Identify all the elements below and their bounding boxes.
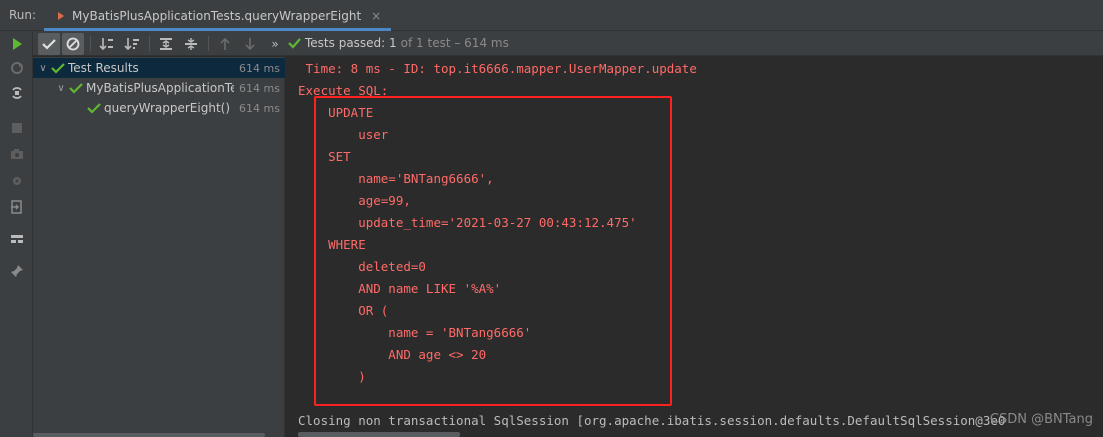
cancel-icon — [66, 37, 80, 51]
stop-button[interactable] — [7, 118, 27, 138]
check-icon — [51, 63, 65, 74]
toggle-auto-test-button[interactable] — [7, 83, 27, 103]
rerun-icon — [11, 62, 23, 74]
console-output[interactable]: Time: 8 ms - ID: top.it6666.mapper.UserM… — [286, 57, 1103, 437]
tree-row-time: 614 ms — [239, 101, 280, 115]
collapse-icon — [185, 38, 197, 50]
run-label: Run: — [9, 8, 37, 22]
show-passed-button[interactable] — [38, 33, 60, 55]
run-tool-window-header: Run: MyBatisPlusApplicationTests.queryWr… — [0, 0, 1103, 31]
expand-icon — [160, 38, 172, 50]
show-ignored-button[interactable] — [62, 33, 84, 55]
stop-icon — [12, 123, 22, 133]
tests-summary-label: of 1 test – 614 ms — [400, 36, 509, 50]
sort-alpha-icon — [99, 38, 113, 51]
collapse-all-button[interactable] — [180, 33, 202, 55]
toolbar-separator — [208, 36, 209, 51]
check-icon — [42, 39, 56, 50]
console-closing-line: Closing non transactional SqlSession [or… — [298, 413, 1006, 428]
run-icon — [13, 38, 22, 50]
layout-button[interactable] — [7, 229, 27, 249]
check-icon — [69, 83, 83, 94]
exit-icon — [11, 200, 22, 214]
more-actions-button[interactable]: » — [264, 33, 286, 55]
tests-passed-label: Tests passed: 1 — [305, 36, 397, 50]
csdn-watermark: CSDN @BNTang — [989, 412, 1093, 427]
run-config-icon — [58, 11, 64, 20]
test-status: Tests passed: 1 of 1 test – 614 ms — [288, 36, 509, 50]
tree-row-test-results[interactable]: ∨ Test Results 614 ms — [33, 58, 285, 78]
settings-icon — [13, 177, 21, 185]
rerun-button[interactable] — [7, 34, 27, 54]
layout-icon — [11, 235, 23, 243]
sort-alphabetically-button[interactable] — [96, 33, 118, 55]
test-runner-toolbar: » Tests passed: 1 of 1 test – 614 ms — [33, 31, 1103, 56]
sort-by-duration-button[interactable] — [121, 33, 143, 55]
sql-highlight-box — [314, 96, 672, 406]
test-results-tree: ∨ Test Results 614 ms ∨ MyBatisPlusAppli… — [33, 57, 285, 437]
pin-icon — [11, 265, 23, 277]
exit-button[interactable] — [7, 197, 27, 217]
console-line: Time: 8 ms - ID: top.it6666.mapper.UserM… — [298, 61, 697, 76]
next-failed-button[interactable] — [239, 33, 261, 55]
run-tab-title: MyBatisPlusApplicationTests.queryWrapper… — [72, 8, 362, 23]
check-icon — [87, 103, 101, 114]
sort-duration-icon — [124, 38, 139, 51]
close-tab-icon[interactable]: × — [371, 9, 381, 23]
tree-row-test-method[interactable]: queryWrapperEight() 614 ms — [33, 98, 285, 118]
toolbar-separator — [149, 36, 150, 51]
camera-icon — [11, 149, 23, 159]
chevron-down-icon[interactable]: ∨ — [55, 83, 67, 94]
down-arrow-icon — [245, 38, 255, 51]
dump-threads-button[interactable] — [7, 144, 27, 164]
tree-row-time: 614 ms — [239, 81, 280, 95]
up-arrow-icon — [220, 37, 230, 50]
console-horizontal-scrollbar[interactable] — [298, 432, 460, 437]
settings-button[interactable] — [7, 171, 27, 191]
tree-horizontal-scrollbar[interactable] — [33, 433, 265, 437]
chevron-down-icon[interactable]: ∨ — [37, 63, 49, 74]
expand-all-button[interactable] — [155, 33, 177, 55]
tree-row-label: MyBatisPlusApplicationTe — [86, 81, 234, 95]
pin-tab-button[interactable] — [7, 261, 27, 281]
rerun-failed-button[interactable] — [7, 58, 27, 78]
toggle-icon — [12, 87, 22, 99]
tree-row-test-class[interactable]: ∨ MyBatisPlusApplicationTe 614 ms — [33, 78, 285, 98]
toolbar-separator — [90, 36, 91, 51]
tree-row-label: Test Results — [68, 61, 139, 75]
tree-row-time: 614 ms — [239, 61, 280, 75]
left-toolbar — [0, 31, 33, 437]
previous-failed-button[interactable] — [214, 33, 236, 55]
run-config-tab[interactable]: MyBatisPlusApplicationTests.queryWrapper… — [44, 3, 392, 31]
tree-row-label: queryWrapperEight() — [104, 101, 231, 115]
check-icon — [288, 37, 301, 49]
